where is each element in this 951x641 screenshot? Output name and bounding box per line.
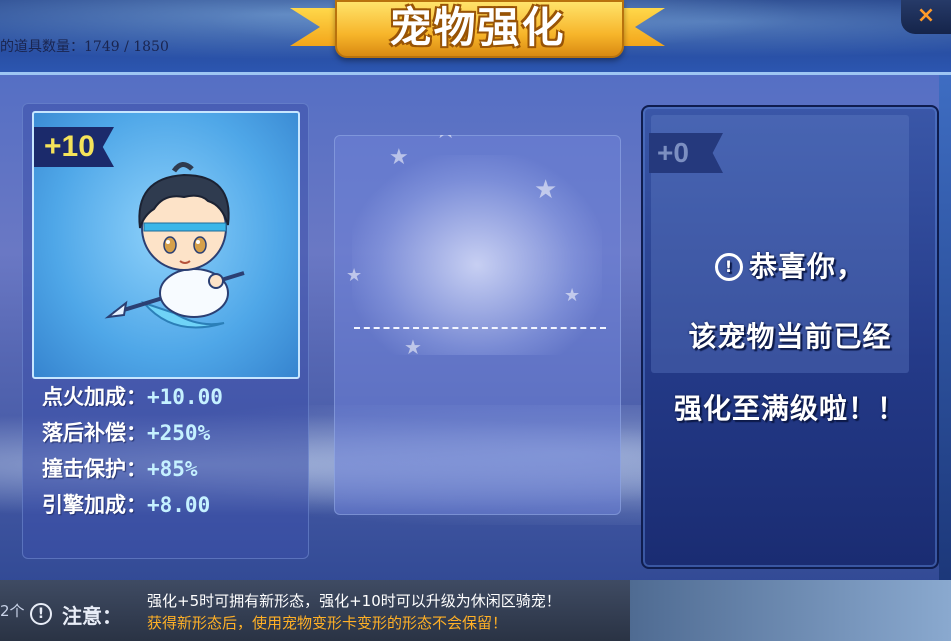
stat-value: +85%	[147, 457, 198, 481]
result-level: +0	[657, 137, 689, 168]
congrats-line-1: ! 恭喜你，	[643, 245, 937, 285]
right-edge	[939, 75, 951, 583]
star-icon: ★	[564, 285, 581, 306]
notice-text-2: 获得新形态后，使用宠物变形卡变形的形态不会保留！	[147, 614, 508, 632]
stat-value: +8.00	[147, 493, 211, 517]
enhance-slot-panel[interactable]: ★ ★ ★ ★ ★ ★	[334, 135, 621, 515]
main-frame: +10 点火加成：+10.00 落后补偿：+250% 撞击保护：+85% 引擎加…	[0, 72, 951, 583]
congrats-line-2: 该宠物当前已经	[688, 320, 892, 353]
stat-row: 点火加成：+10.00	[42, 379, 302, 415]
result-panel: +0 ! 恭喜你， 该宠物当前已经 强化至满级啦！！	[641, 105, 939, 569]
notice-text-1: 强化+5时可拥有新形态，强化+10时可以升级为休闲区骑宠！	[147, 592, 561, 610]
bottom-count: 2个	[0, 602, 25, 620]
stat-label: 撞击保护：	[42, 457, 147, 481]
pet-level: +10	[44, 130, 95, 163]
page-title: 宠物强化	[389, 3, 566, 52]
stat-label: 引擎加成：	[42, 493, 147, 517]
close-icon: ×	[916, 3, 936, 28]
stat-label: 点火加成：	[42, 385, 147, 409]
stat-value: +250%	[147, 421, 211, 445]
star-icon: ★	[346, 265, 363, 286]
stat-row: 引擎加成：+8.00	[42, 487, 302, 523]
stat-value: +10.00	[147, 385, 223, 409]
star-icon: ★	[534, 175, 558, 205]
pet-info-panel: +10 点火加成：+10.00 落后补偿：+250% 撞击保护：+85% 引擎加…	[22, 103, 309, 559]
title-banner: 宠物强化	[290, 0, 665, 62]
star-icon: ★	[404, 335, 422, 359]
notice-bar: 2个 ! 注意： 强化+5时可拥有新形态，强化+10时可以升级为休闲区骑宠！ 获…	[0, 580, 951, 641]
star-icon: ★	[434, 135, 457, 145]
stat-label: 落后补偿：	[42, 421, 147, 445]
bottom-right-deco	[630, 580, 951, 641]
stats-list: 点火加成：+10.00 落后补偿：+250% 撞击保护：+85% 引擎加成：+8…	[42, 379, 302, 523]
stat-row: 撞击保护：+85%	[42, 451, 302, 487]
item-count-label: 的道具数量：1749 / 1850	[0, 39, 169, 55]
stat-row: 落后补偿：+250%	[42, 415, 302, 451]
info-icon: !	[714, 253, 743, 281]
star-icon: ★	[389, 145, 409, 170]
progress-dash-line	[354, 327, 606, 329]
warning-icon: !	[30, 603, 52, 625]
congrats-line-3: 强化至满级啦！！	[673, 392, 906, 425]
pet-portrait[interactable]: +10	[32, 111, 300, 379]
center-glow	[352, 155, 602, 355]
close-button[interactable]: ×	[901, 0, 951, 34]
pet-character-image	[104, 162, 245, 329]
notice-label: 注意：	[62, 604, 122, 628]
congrats-text: 恭喜你，	[748, 250, 865, 283]
